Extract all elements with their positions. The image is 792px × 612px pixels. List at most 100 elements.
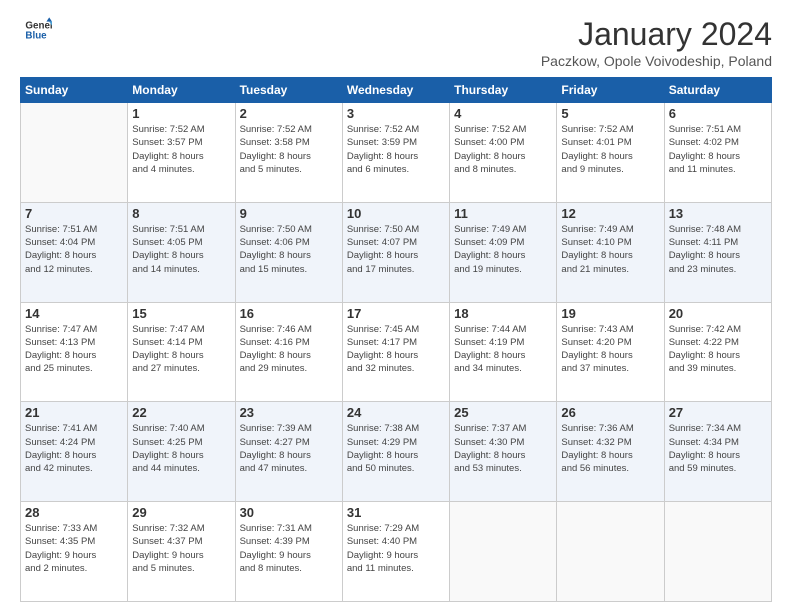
day-number: 12 bbox=[561, 206, 659, 221]
day-number: 19 bbox=[561, 306, 659, 321]
svg-text:Blue: Blue bbox=[25, 30, 47, 41]
day-number: 4 bbox=[454, 106, 552, 121]
table-row: 1 Sunrise: 7:52 AMSunset: 3:57 PMDaylight… bbox=[128, 103, 235, 203]
day-info: Sunrise: 7:52 AMSunset: 3:59 PMDaylight:… bbox=[347, 123, 445, 176]
table-row: 24 Sunrise: 7:38 AMSunset: 4:29 PMDayligh… bbox=[342, 402, 449, 502]
th-monday: Monday bbox=[128, 78, 235, 103]
th-thursday: Thursday bbox=[450, 78, 557, 103]
day-info: Sunrise: 7:43 AMSunset: 4:20 PMDaylight:… bbox=[561, 323, 659, 376]
subtitle: Paczkow, Opole Voivodeship, Poland bbox=[541, 53, 772, 69]
table-row bbox=[21, 103, 128, 203]
table-row: 14 Sunrise: 7:47 AMSunset: 4:13 PMDayligh… bbox=[21, 302, 128, 402]
day-number: 14 bbox=[25, 306, 123, 321]
table-row: 15Sunrise: 7:47 AMSunset: 4:14 PMDayligh… bbox=[128, 302, 235, 402]
day-number: 17 bbox=[347, 306, 445, 321]
day-info: Sunrise: 7:51 AMSunset: 4:05 PMDaylight:… bbox=[132, 223, 230, 276]
day-number: 24 bbox=[347, 405, 445, 420]
day-info: Sunrise: 7:41 AMSunset: 4:24 PMDaylight:… bbox=[25, 422, 123, 475]
weekday-header-row: Sunday Monday Tuesday Wednesday Thursday… bbox=[21, 78, 772, 103]
table-row: 26 Sunrise: 7:36 AMSunset: 4:32 PMDayligh… bbox=[557, 402, 664, 502]
day-info: Sunrise: 7:42 AMSunset: 4:22 PMDaylight:… bbox=[669, 323, 767, 376]
day-number: 2 bbox=[240, 106, 338, 121]
table-row: 16Sunrise: 7:46 AMSunset: 4:16 PMDayligh… bbox=[235, 302, 342, 402]
table-row: 22 Sunrise: 7:40 AMSunset: 4:25 PMDayligh… bbox=[128, 402, 235, 502]
table-row bbox=[557, 502, 664, 602]
day-info: Sunrise: 7:44 AMSunset: 4:19 PMDaylight:… bbox=[454, 323, 552, 376]
logo: General Blue bbox=[20, 16, 52, 44]
table-row: 12 Sunrise: 7:49 AMSunset: 4:10 PMDayligh… bbox=[557, 202, 664, 302]
day-info: Sunrise: 7:49 AMSunset: 4:09 PMDaylight:… bbox=[454, 223, 552, 276]
table-row: 25Sunrise: 7:37 AMSunset: 4:30 PMDayligh… bbox=[450, 402, 557, 502]
day-info: Sunrise: 7:52 AMSunset: 3:57 PMDaylight:… bbox=[132, 123, 230, 176]
calendar-week-row: 1 Sunrise: 7:52 AMSunset: 3:57 PMDaylight… bbox=[21, 103, 772, 203]
day-number: 27 bbox=[669, 405, 767, 420]
day-number: 6 bbox=[669, 106, 767, 121]
day-number: 23 bbox=[240, 405, 338, 420]
table-row: 7Sunrise: 7:51 AMSunset: 4:04 PMDaylight… bbox=[21, 202, 128, 302]
th-saturday: Saturday bbox=[664, 78, 771, 103]
day-info: Sunrise: 7:34 AMSunset: 4:34 PMDaylight:… bbox=[669, 422, 767, 475]
day-number: 20 bbox=[669, 306, 767, 321]
day-info: Sunrise: 7:52 AMSunset: 4:00 PMDaylight:… bbox=[454, 123, 552, 176]
day-info: Sunrise: 7:40 AMSunset: 4:25 PMDaylight:… bbox=[132, 422, 230, 475]
table-row: 4 Sunrise: 7:52 AMSunset: 4:00 PMDaylight… bbox=[450, 103, 557, 203]
table-row: 19 Sunrise: 7:43 AMSunset: 4:20 PMDayligh… bbox=[557, 302, 664, 402]
day-info: Sunrise: 7:37 AMSunset: 4:30 PMDaylight:… bbox=[454, 422, 552, 475]
table-row bbox=[450, 502, 557, 602]
table-row: 27 Sunrise: 7:34 AMSunset: 4:34 PMDayligh… bbox=[664, 402, 771, 502]
calendar-week-row: 21 Sunrise: 7:41 AMSunset: 4:24 PMDayligh… bbox=[21, 402, 772, 502]
table-row: 2Sunrise: 7:52 AMSunset: 3:58 PMDaylight… bbox=[235, 103, 342, 203]
day-number: 16 bbox=[240, 306, 338, 321]
calendar-week-row: 7Sunrise: 7:51 AMSunset: 4:04 PMDaylight… bbox=[21, 202, 772, 302]
day-number: 8 bbox=[132, 206, 230, 221]
day-info: Sunrise: 7:38 AMSunset: 4:29 PMDaylight:… bbox=[347, 422, 445, 475]
title-block: January 2024 Paczkow, Opole Voivodeship,… bbox=[541, 16, 772, 69]
day-info: Sunrise: 7:33 AMSunset: 4:35 PMDaylight:… bbox=[25, 522, 123, 575]
day-number: 31 bbox=[347, 505, 445, 520]
day-number: 21 bbox=[25, 405, 123, 420]
calendar-week-row: 14 Sunrise: 7:47 AMSunset: 4:13 PMDayligh… bbox=[21, 302, 772, 402]
calendar-table: Sunday Monday Tuesday Wednesday Thursday… bbox=[20, 77, 772, 602]
day-number: 26 bbox=[561, 405, 659, 420]
table-row: 17 Sunrise: 7:45 AMSunset: 4:17 PMDayligh… bbox=[342, 302, 449, 402]
day-number: 22 bbox=[132, 405, 230, 420]
table-row: 29Sunrise: 7:32 AMSunset: 4:37 PMDayligh… bbox=[128, 502, 235, 602]
day-info: Sunrise: 7:45 AMSunset: 4:17 PMDaylight:… bbox=[347, 323, 445, 376]
table-row: 6 Sunrise: 7:51 AMSunset: 4:02 PMDaylight… bbox=[664, 103, 771, 203]
page: General Blue January 2024 Paczkow, Opole… bbox=[0, 0, 792, 612]
day-number: 30 bbox=[240, 505, 338, 520]
table-row bbox=[664, 502, 771, 602]
day-info: Sunrise: 7:51 AMSunset: 4:04 PMDaylight:… bbox=[25, 223, 123, 276]
day-info: Sunrise: 7:32 AMSunset: 4:37 PMDaylight:… bbox=[132, 522, 230, 575]
th-tuesday: Tuesday bbox=[235, 78, 342, 103]
table-row: 13Sunrise: 7:48 AMSunset: 4:11 PMDayligh… bbox=[664, 202, 771, 302]
table-row: 30Sunrise: 7:31 AMSunset: 4:39 PMDayligh… bbox=[235, 502, 342, 602]
table-row: 11Sunrise: 7:49 AMSunset: 4:09 PMDayligh… bbox=[450, 202, 557, 302]
table-row: 20 Sunrise: 7:42 AMSunset: 4:22 PMDayligh… bbox=[664, 302, 771, 402]
th-friday: Friday bbox=[557, 78, 664, 103]
th-wednesday: Wednesday bbox=[342, 78, 449, 103]
table-row: 10Sunrise: 7:50 AMSunset: 4:07 PMDayligh… bbox=[342, 202, 449, 302]
table-row: 9Sunrise: 7:50 AMSunset: 4:06 PMDaylight… bbox=[235, 202, 342, 302]
logo-icon: General Blue bbox=[24, 16, 52, 44]
day-info: Sunrise: 7:29 AMSunset: 4:40 PMDaylight:… bbox=[347, 522, 445, 575]
day-info: Sunrise: 7:36 AMSunset: 4:32 PMDaylight:… bbox=[561, 422, 659, 475]
table-row: 31 Sunrise: 7:29 AMSunset: 4:40 PMDayligh… bbox=[342, 502, 449, 602]
table-row: 8 Sunrise: 7:51 AMSunset: 4:05 PMDaylight… bbox=[128, 202, 235, 302]
month-title: January 2024 bbox=[541, 16, 772, 53]
day-info: Sunrise: 7:51 AMSunset: 4:02 PMDaylight:… bbox=[669, 123, 767, 176]
table-row: 3Sunrise: 7:52 AMSunset: 3:59 PMDaylight… bbox=[342, 103, 449, 203]
day-number: 1 bbox=[132, 106, 230, 121]
day-info: Sunrise: 7:52 AMSunset: 4:01 PMDaylight:… bbox=[561, 123, 659, 176]
day-info: Sunrise: 7:48 AMSunset: 4:11 PMDaylight:… bbox=[669, 223, 767, 276]
day-number: 10 bbox=[347, 206, 445, 221]
day-info: Sunrise: 7:39 AMSunset: 4:27 PMDaylight:… bbox=[240, 422, 338, 475]
day-number: 18 bbox=[454, 306, 552, 321]
day-number: 9 bbox=[240, 206, 338, 221]
day-number: 28 bbox=[25, 505, 123, 520]
day-info: Sunrise: 7:47 AMSunset: 4:13 PMDaylight:… bbox=[25, 323, 123, 376]
table-row: 28 Sunrise: 7:33 AMSunset: 4:35 PMDayligh… bbox=[21, 502, 128, 602]
day-info: Sunrise: 7:47 AMSunset: 4:14 PMDaylight:… bbox=[132, 323, 230, 376]
day-info: Sunrise: 7:49 AMSunset: 4:10 PMDaylight:… bbox=[561, 223, 659, 276]
table-row: 21 Sunrise: 7:41 AMSunset: 4:24 PMDayligh… bbox=[21, 402, 128, 502]
